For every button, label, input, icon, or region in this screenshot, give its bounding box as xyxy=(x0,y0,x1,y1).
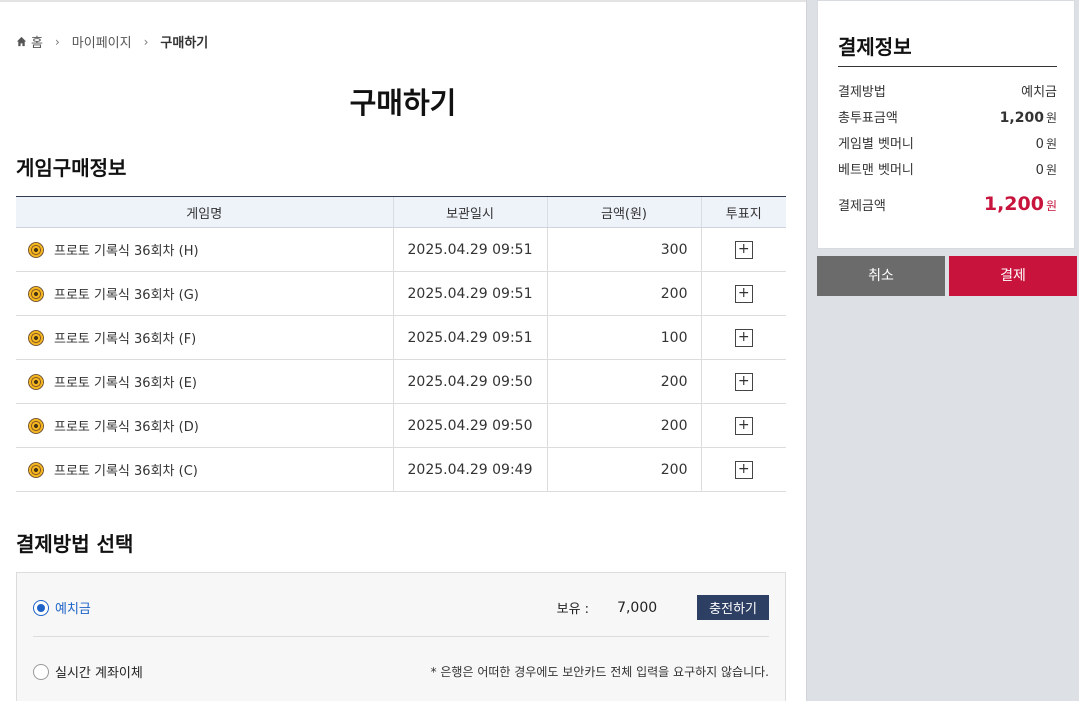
breadcrumb-mypage[interactable]: 마이페이지 xyxy=(72,32,132,51)
target-icon xyxy=(28,285,44,302)
game-amount: 200 xyxy=(546,403,701,448)
table-row: 프로토 기록식 36회차 (C) 2025.04.29 09:49 200 + xyxy=(16,447,786,492)
pay-button[interactable]: 결제 xyxy=(949,256,1077,296)
game-amount: 100 xyxy=(546,315,701,360)
page-title: 구매하기 xyxy=(349,86,457,120)
breadcrumb: 홈 › 마이페이지 › 구매하기 xyxy=(16,32,208,51)
table-row: 프로토 기록식 36회차 (F) 2025.04.29 09:51 100 + xyxy=(16,315,786,360)
game-name: 프로토 기록식 36회차 (D) xyxy=(54,420,199,435)
balance-label: 보유 : xyxy=(556,602,590,617)
summary-game-bet-row: 게임별 벳머니 0원 xyxy=(838,133,1057,152)
deposit-radio[interactable] xyxy=(33,599,49,616)
deposit-option: 예치금 보유 : 7,000 충전하기 xyxy=(33,595,769,620)
table-header-row: 게임명 보관일시 금액(원) 투표지 xyxy=(16,196,786,228)
table-row: 프로토 기록식 36회차 (D) 2025.04.29 09:50 200 + xyxy=(16,403,786,448)
main-content: 홈 › 마이페이지 › 구매하기 구매하기 게임구매정보 게임명 보관일시 금액… xyxy=(0,0,806,701)
summary-method-value: 예치금 xyxy=(1021,85,1057,100)
vote-expand-button[interactable]: + xyxy=(734,240,753,259)
home-icon[interactable] xyxy=(16,36,27,47)
game-name: 프로토 기록식 36회차 (C) xyxy=(54,464,198,479)
target-icon xyxy=(28,329,44,346)
summary-game-bet-value: 0 xyxy=(1035,137,1044,152)
payment-sidebar: 결제정보 결제방법 예치금 총투표금액 1,200 원 게임별 벳머니 0원 베트… xyxy=(806,0,1079,701)
transfer-label[interactable]: 실시간 계좌이체 xyxy=(55,662,143,681)
game-date: 2025.04.29 09:50 xyxy=(392,403,547,448)
balance-value: 7,000 xyxy=(617,599,658,616)
col-header-date: 보관일시 xyxy=(392,196,547,228)
won-unit: 원 xyxy=(1045,111,1057,125)
summary-pay-label: 결제금액 xyxy=(838,199,886,214)
game-name: 프로토 기록식 36회차 (H) xyxy=(54,244,199,259)
summary-title: 결제정보 xyxy=(838,31,1057,67)
target-icon xyxy=(28,417,44,434)
target-icon xyxy=(28,241,44,258)
summary-betman-label: 베트맨 벳머니 xyxy=(838,163,914,178)
game-amount: 200 xyxy=(546,359,701,404)
won-unit: 원 xyxy=(1045,199,1057,213)
game-amount: 200 xyxy=(546,271,701,316)
charge-button[interactable]: 충전하기 xyxy=(697,595,769,620)
vote-expand-button[interactable]: + xyxy=(734,460,753,479)
breadcrumb-home[interactable]: 홈 xyxy=(31,32,43,51)
game-date: 2025.04.29 09:50 xyxy=(392,359,547,404)
cancel-button[interactable]: 취소 xyxy=(817,256,945,296)
game-name: 프로토 기록식 36회차 (F) xyxy=(54,332,197,347)
game-date: 2025.04.29 09:51 xyxy=(392,271,547,316)
game-date: 2025.04.29 09:51 xyxy=(392,315,547,360)
security-notice: * 은행은 어떠한 경우에도 보안카드 전체 입력을 요구하지 않습니다. xyxy=(430,665,769,679)
vote-expand-button[interactable]: + xyxy=(734,284,753,303)
divider xyxy=(33,636,769,637)
game-name: 프로토 기록식 36회차 (G) xyxy=(54,288,199,303)
transfer-option: 실시간 계좌이체 * 은행은 어떠한 경우에도 보안카드 전체 입력을 요구하지… xyxy=(33,662,769,681)
table-row: 프로토 기록식 36회차 (E) 2025.04.29 09:50 200 + xyxy=(16,359,786,404)
summary-method-row: 결제방법 예치금 xyxy=(838,81,1057,100)
breadcrumb-current: 구매하기 xyxy=(160,36,209,51)
summary-method-label: 결제방법 xyxy=(838,85,886,100)
summary-pay-row: 결제금액 1,200 원 xyxy=(838,193,1057,215)
summary-total-row: 총투표금액 1,200 원 xyxy=(838,107,1057,126)
target-icon xyxy=(28,461,44,478)
payment-summary: 결제정보 결제방법 예치금 총투표금액 1,200 원 게임별 벳머니 0원 베트… xyxy=(817,0,1075,249)
target-icon xyxy=(28,373,44,390)
table-row: 프로토 기록식 36회차 (H) 2025.04.29 09:51 300 + xyxy=(16,227,786,272)
summary-total-label: 총투표금액 xyxy=(838,111,898,126)
deposit-label[interactable]: 예치금 xyxy=(55,598,91,617)
game-table: 게임명 보관일시 금액(원) 투표지 프로토 기록식 36회차 (H) 2025… xyxy=(16,196,786,492)
game-amount: 300 xyxy=(546,227,701,272)
vote-expand-button[interactable]: + xyxy=(734,328,753,347)
chevron-right-icon: › xyxy=(143,34,149,49)
vote-expand-button[interactable]: + xyxy=(734,372,753,391)
payment-section-title: 결제방법 선택 xyxy=(16,532,134,556)
game-name: 프로토 기록식 36회차 (E) xyxy=(54,376,197,391)
payment-method-box: 예치금 보유 : 7,000 충전하기 실시간 계좌이체 * 은행은 어떠한 경… xyxy=(16,572,786,701)
game-amount: 200 xyxy=(546,447,701,492)
summary-betman-value: 0 xyxy=(1035,163,1044,178)
game-section-title: 게임구매정보 xyxy=(16,156,127,180)
summary-pay-value: 1,200 xyxy=(983,193,1044,215)
col-header-game-name: 게임명 xyxy=(16,196,393,228)
col-header-vote: 투표지 xyxy=(700,196,786,228)
won-unit: 원 xyxy=(1045,163,1057,177)
chevron-right-icon: › xyxy=(54,34,60,49)
col-header-amount: 금액(원) xyxy=(546,196,701,228)
summary-total-value: 1,200 xyxy=(999,110,1044,126)
transfer-radio[interactable] xyxy=(33,663,49,680)
summary-game-bet-label: 게임별 벳머니 xyxy=(838,137,914,152)
won-unit: 원 xyxy=(1045,137,1057,151)
game-date: 2025.04.29 09:49 xyxy=(392,447,547,492)
table-row: 프로토 기록식 36회차 (G) 2025.04.29 09:51 200 + xyxy=(16,271,786,316)
summary-betman-row: 베트맨 벳머니 0원 xyxy=(838,159,1057,178)
game-date: 2025.04.29 09:51 xyxy=(392,227,547,272)
vote-expand-button[interactable]: + xyxy=(734,416,753,435)
